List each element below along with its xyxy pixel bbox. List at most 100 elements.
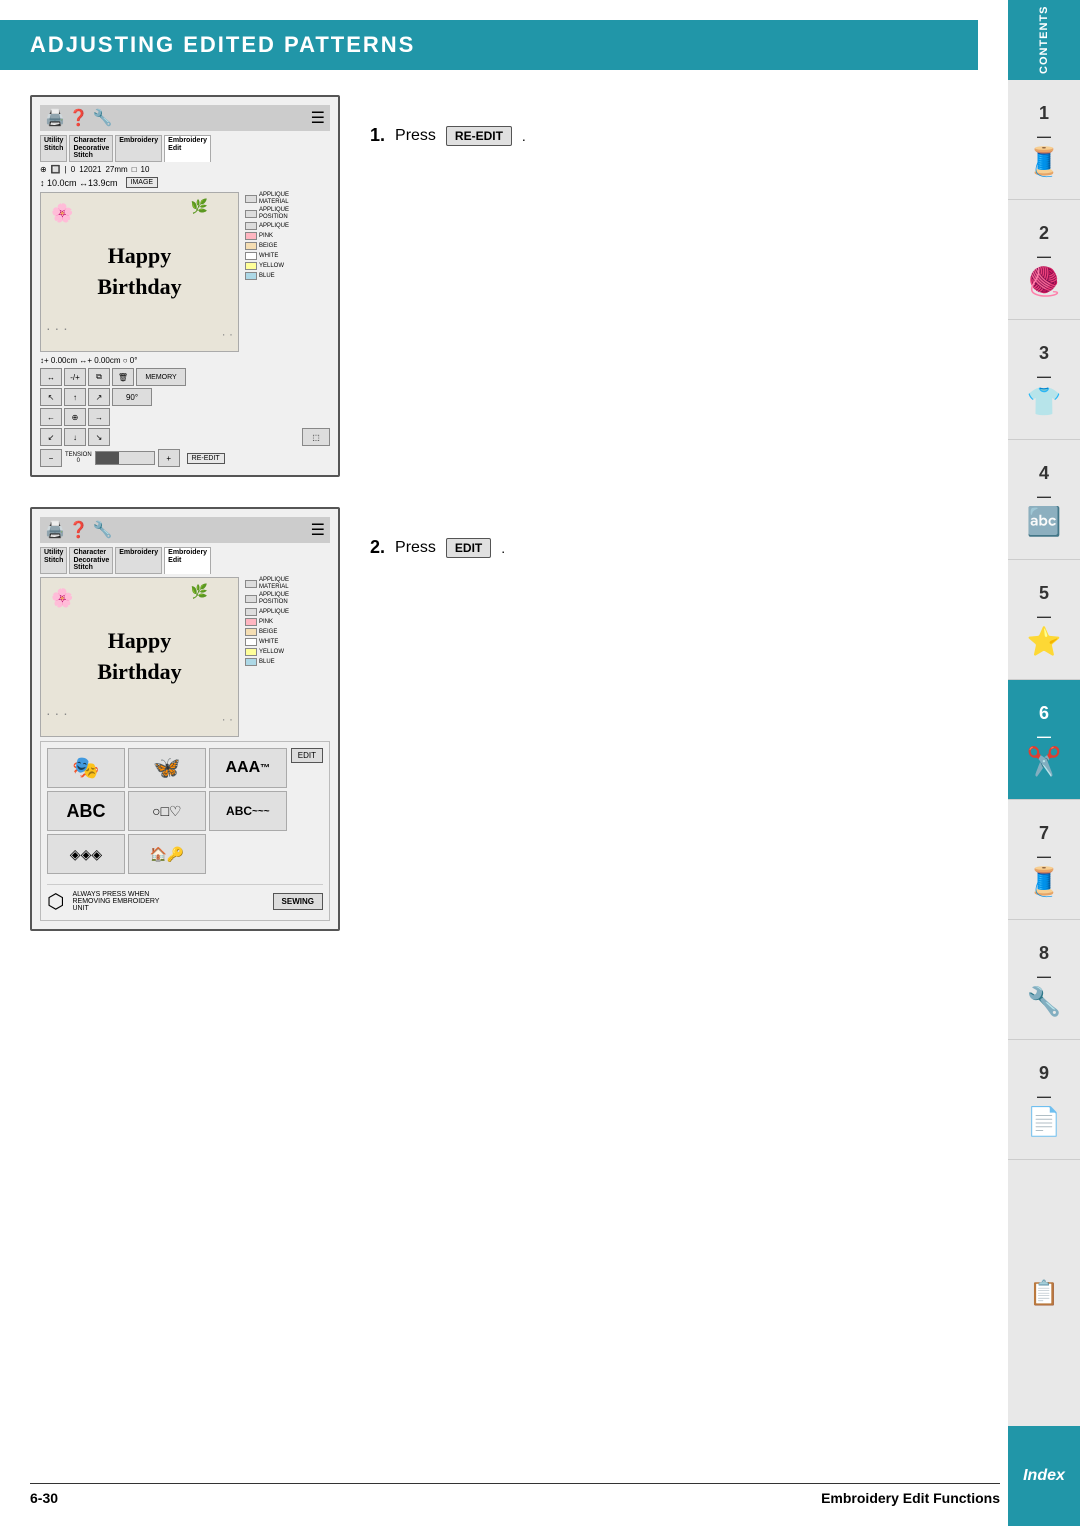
stitch-type-abc-dec[interactable]: ABC ~~~: [209, 791, 287, 831]
color-item-yellow: YELLOW: [245, 262, 330, 270]
birthday-text: Birthday: [97, 272, 181, 303]
help-icon-2: ❓: [69, 520, 89, 540]
tab-embroidery-2[interactable]: Embroidery: [115, 547, 162, 574]
tension-plus-btn[interactable]: +: [158, 449, 180, 467]
delete-btn[interactable]: 🗑: [112, 368, 134, 386]
settings-icon-2: 🔧: [93, 520, 113, 540]
corner-bl-btn[interactable]: ↙: [40, 428, 62, 446]
color-item-pink-2: PINK: [245, 618, 330, 626]
sidebar-tab-5[interactable]: 5 — ⭐: [1008, 560, 1080, 680]
remove-unit-icon: ⬡: [47, 889, 64, 914]
edit-button[interactable]: EDIT: [291, 748, 323, 763]
color-swatch: [245, 242, 257, 250]
left-btn[interactable]: ←: [40, 408, 62, 426]
stitch-type-grid: 🎭 🦋 AAA™ ABC ○□♡ ABC ~~~ ◈◈◈ 🏠🔑: [47, 748, 287, 874]
down-btn[interactable]: ↓: [64, 428, 86, 446]
color-swatch-2: [245, 580, 257, 588]
flip-h-btn[interactable]: ↔: [40, 368, 62, 386]
sidebar-tab-3[interactable]: 3 — 👕: [1008, 320, 1080, 440]
center-btn[interactable]: ⊕: [64, 408, 86, 426]
machine-icon-2: 🖨️: [45, 520, 65, 540]
main-content: ADJUSTING EDITED PATTERNS 🖨️ ❓ 🔧 ☰ Utili…: [0, 0, 1008, 981]
sidebar-tab-9[interactable]: 9 — 📄: [1008, 1040, 1080, 1160]
color-item-white-2: WHITE: [245, 638, 330, 646]
page-title: ADJUSTING EDITED PATTERNS: [30, 32, 958, 58]
color-item-applique-material: APPLIQUEMATERIAL: [245, 192, 330, 205]
stitch-type-aaa[interactable]: AAA™: [209, 748, 287, 788]
color-item-applique-material-2: APPLIQUEMATERIAL: [245, 577, 330, 590]
always-text: ALWAYS PRESS WHEN REMOVING EMBROIDERY UN…: [72, 891, 264, 912]
ctrl-row-1: ↔ -/+ ⧉ 🗑 MEMORY: [40, 368, 330, 386]
content-row-2: 🖨️ ❓ 🔧 ☰ UtilityStitch CharacterDecorati…: [30, 507, 978, 931]
color-item-applique-position-2: APPLIQUEPOSITION: [245, 592, 330, 605]
sidebar-tab-1[interactable]: 1 — 🧵: [1008, 80, 1080, 200]
tension-minus-btn[interactable]: −: [40, 449, 62, 467]
step-number-2: 2.: [370, 537, 385, 558]
screen-controls-1: ↔ -/+ ⧉ 🗑 MEMORY ↖ ↑ ↗ 90° ← ⊕ →: [40, 368, 330, 446]
sidebar-tab-2[interactable]: 2 — 🧶: [1008, 200, 1080, 320]
minus-plus-btn[interactable]: -/+: [64, 368, 86, 386]
re-edit-button-1[interactable]: RE-EDIT: [187, 453, 225, 464]
happy-text: Happy: [97, 241, 181, 272]
corner-tl-btn[interactable]: ↖: [40, 388, 62, 406]
tab-character[interactable]: CharacterDecorativeStitch: [69, 135, 113, 162]
sewing-button[interactable]: SEWING: [273, 893, 323, 910]
right-sidebar: CONTENTS 1 — 🧵 2 — 🧶 3 — 👕 4 — 🔤 5 — ⭐ 6…: [1008, 0, 1080, 1526]
color-item-beige: BEIGE: [245, 242, 330, 250]
color-swatch: [245, 195, 257, 203]
tab-contents[interactable]: CONTENTS: [1008, 0, 1080, 80]
deco-flower-tl-2: 🌸: [51, 588, 73, 609]
ctrl-row-4: ↙ ↓ ↘ ⬚: [40, 428, 330, 446]
tab-index[interactable]: Index: [1008, 1426, 1080, 1526]
memory-btn[interactable]: MEMORY: [136, 368, 186, 386]
right-btn[interactable]: →: [88, 408, 110, 426]
page-footer: 6-30 Embroidery Edit Functions: [30, 1483, 1000, 1506]
tab-utility-stitch-2[interactable]: UtilityStitch: [40, 547, 67, 574]
notes-icon: 📋: [1029, 1279, 1059, 1308]
stitch-type-frame[interactable]: 🏠🔑: [128, 834, 206, 874]
tab-embroidery-edit-2[interactable]: EmbroideryEdit: [164, 547, 211, 574]
color-swatch-2e: [245, 628, 257, 636]
color-swatch: [245, 252, 257, 260]
stitch-type-1[interactable]: 🎭: [47, 748, 125, 788]
up-btn[interactable]: ↑: [64, 388, 86, 406]
instruction-1: 1. Press RE-EDIT .: [370, 125, 978, 146]
stitch-type-2[interactable]: 🦋: [128, 748, 206, 788]
ctrl-row-3: ← ⊕ →: [40, 408, 330, 426]
stitch-type-shapes[interactable]: ○□♡: [128, 791, 206, 831]
screen-main-area-2: 🌸 🌿 · · · · · Happy Birthday APPLIQUEMAT…: [40, 577, 330, 737]
color-swatch-2c: [245, 608, 257, 616]
birthday-text-2: Birthday: [97, 657, 181, 688]
tab-utility-stitch[interactable]: UtilityStitch: [40, 135, 67, 162]
step-text-1: Press: [395, 127, 436, 145]
screen-top-icons-2: 🖨️ ❓ 🔧: [45, 520, 113, 540]
tab-embroidery-edit[interactable]: EmbroideryEdit: [164, 135, 211, 162]
tab-character-2[interactable]: CharacterDecorativeStitch: [69, 547, 113, 574]
image-button[interactable]: IMAGE: [126, 177, 159, 188]
sidebar-tab-8[interactable]: 8 — 🔧: [1008, 920, 1080, 1040]
deco-dots-br-2: · ·: [222, 712, 233, 726]
screen-panel-1: 🖨️ ❓ 🔧 ☰ UtilityStitch CharacterDecorati…: [30, 95, 340, 477]
copy-btn[interactable]: ⧉: [88, 368, 110, 386]
stitch-icon: ⊕: [40, 165, 47, 174]
help-icon: ❓: [69, 108, 89, 128]
stitch-type-emblem[interactable]: ◈◈◈: [47, 834, 125, 874]
frame-select-btn[interactable]: ⬚: [302, 428, 330, 446]
angle-btn[interactable]: 90°: [112, 388, 152, 406]
step-number-1: 1.: [370, 125, 385, 146]
corner-br-btn[interactable]: ↘: [88, 428, 110, 446]
stitch-grid-area: 🎭 🦋 AAA™ ABC ○□♡ ABC ~~~ ◈◈◈ 🏠🔑: [47, 748, 323, 878]
screen-tabs-1: UtilityStitch CharacterDecorativeStitch …: [40, 135, 330, 162]
page-header: ADJUSTING EDITED PATTERNS: [0, 20, 978, 70]
hoop-icon: 🔲: [51, 165, 61, 174]
corner-tr-btn[interactable]: ↗: [88, 388, 110, 406]
tab-embroidery[interactable]: Embroidery: [115, 135, 162, 162]
sidebar-tab-6[interactable]: 6 — ✂️: [1008, 680, 1080, 800]
stitch-type-abc[interactable]: ABC: [47, 791, 125, 831]
screen-top-bar-2: 🖨️ ❓ 🔧 ☰: [40, 517, 330, 543]
sidebar-tab-7[interactable]: 7 — 🧵: [1008, 800, 1080, 920]
edit-btn-area: EDIT: [291, 748, 323, 878]
embroidery-text-2: Happy Birthday: [97, 626, 181, 688]
settings-icon: 🔧: [93, 108, 113, 128]
sidebar-tab-4[interactable]: 4 — 🔤: [1008, 440, 1080, 560]
